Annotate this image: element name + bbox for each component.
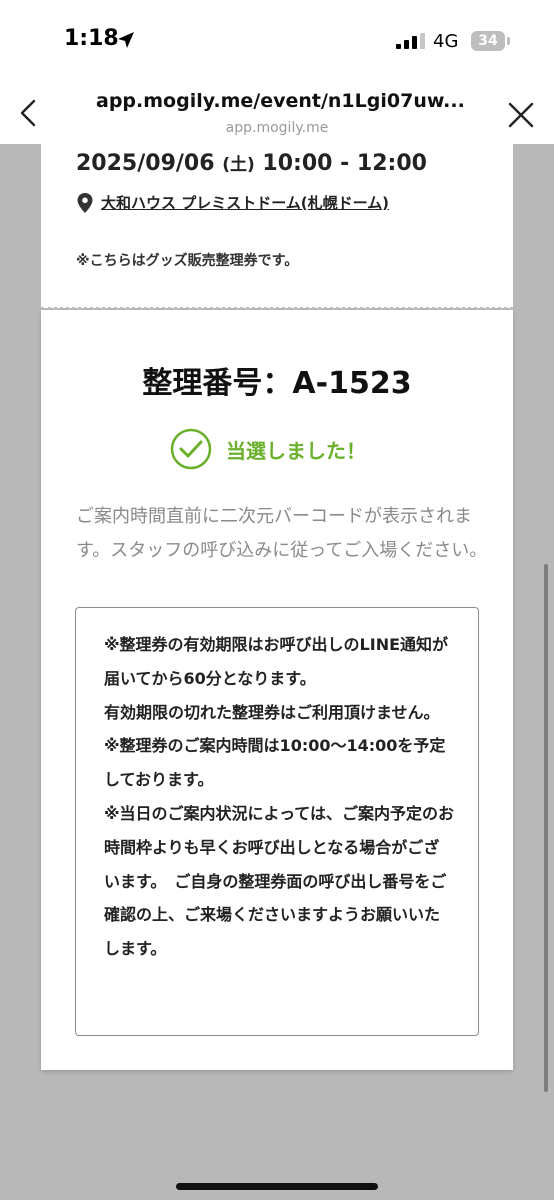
ticket-number: 整理番号：A-1523 [142,366,412,401]
status-bar: 1:18 4G 34 [0,0,554,80]
event-datetime: 2025/09/06 (土) 10:00 - 12:00 [76,150,427,176]
battery-cap [507,37,510,45]
status-time: 1:18 [64,26,119,51]
browser-url-bar: app.mogily.me/event/n1Lgi07uw... app.mog… [0,80,554,144]
guide-text: ご案内時間直前に二次元バーコードが表示されます。スタッフの呼び込みに従ってご入場… [76,506,488,561]
battery-icon: 34 [471,31,505,51]
notice-paragraph-4: ※当日のご案内状況によっては、ご案内予定のお時間枠よりも早くお呼び出しとなる場合… [104,803,454,959]
map-pin-icon [77,193,93,213]
signal-icon [396,33,425,49]
url-title[interactable]: app.mogily.me/event/n1Lgi07uw... [96,90,466,112]
scrollbar[interactable] [544,564,548,1092]
notice-paragraph-2: 有効期限の切れた整理券はご利用頂けません。 [104,702,440,722]
ticket-type-note: ※こちらはグッズ販売整理券です。 [76,253,299,269]
notice-box: ※整理券の有効期限はお呼び出しのLINE通知が届いてから60分となります。 有効… [75,607,479,1036]
close-icon[interactable] [506,100,536,130]
event-day-of-week: (土) [222,155,255,175]
home-indicator[interactable] [176,1183,378,1190]
event-date: 2025/09/06 [76,151,215,176]
url-domain: app.mogily.me [225,120,329,136]
venue-link[interactable]: 大和ハウス プレミストドーム(札幌ドーム) [101,192,389,213]
network-type: 4G [433,31,459,52]
lottery-result: 当選しました！ [226,439,366,463]
event-time-range: 10:00 - 12:00 [262,151,427,176]
check-circle-icon [170,428,212,470]
notice-paragraph-1: ※整理券の有効期限はお呼び出しのLINE通知が届いてから60分となります。 [104,635,449,688]
location-arrow-icon [118,32,134,48]
notice-paragraph-3: ※整理券のご案内時間は10:00〜14:00を予定しております。 [104,736,446,790]
